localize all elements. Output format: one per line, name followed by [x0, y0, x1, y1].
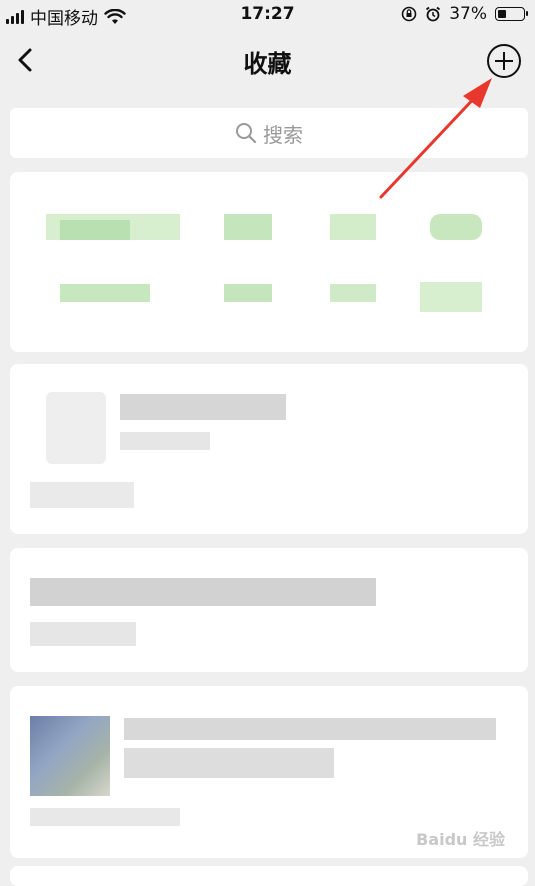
blurred-content	[224, 214, 272, 240]
blurred-content	[124, 718, 496, 740]
blurred-content	[30, 622, 136, 646]
nav-bar: 收藏	[0, 30, 535, 90]
blurred-content	[224, 284, 272, 302]
blurred-content	[330, 284, 376, 302]
blurred-content	[120, 432, 210, 450]
blurred-content	[430, 214, 482, 240]
search-placeholder: 搜索	[263, 122, 303, 147]
favorite-card-note[interactable]	[10, 548, 528, 672]
page-title: 收藏	[243, 50, 292, 78]
search-icon	[236, 123, 257, 144]
status-right: 37%	[401, 4, 528, 24]
status-bar: 中国移动 17:27 37%	[0, 0, 535, 30]
blurred-content	[124, 748, 334, 778]
search-bar[interactable]: 搜索	[10, 108, 528, 158]
add-circle-icon[interactable]	[486, 43, 522, 79]
blurred-content	[60, 220, 130, 240]
battery-icon	[495, 7, 528, 21]
blurred-content	[60, 284, 150, 302]
blurred-content	[120, 394, 286, 420]
blurred-content	[30, 808, 180, 826]
battery-percent: 37%	[449, 4, 487, 24]
alarm-icon	[426, 6, 441, 22]
blurred-thumbnail	[30, 716, 110, 796]
blurred-content	[420, 282, 482, 312]
watermark: Baidu 经验	[416, 830, 505, 849]
blurred-content	[30, 482, 134, 508]
favorite-card-partial[interactable]	[10, 866, 528, 886]
blurred-content	[30, 578, 376, 606]
favorite-card-chat[interactable]	[10, 364, 528, 534]
blurred-avatar	[46, 392, 106, 464]
favorite-card-text[interactable]	[10, 172, 528, 352]
orientation-lock-icon	[401, 6, 417, 22]
blurred-content	[330, 214, 376, 240]
